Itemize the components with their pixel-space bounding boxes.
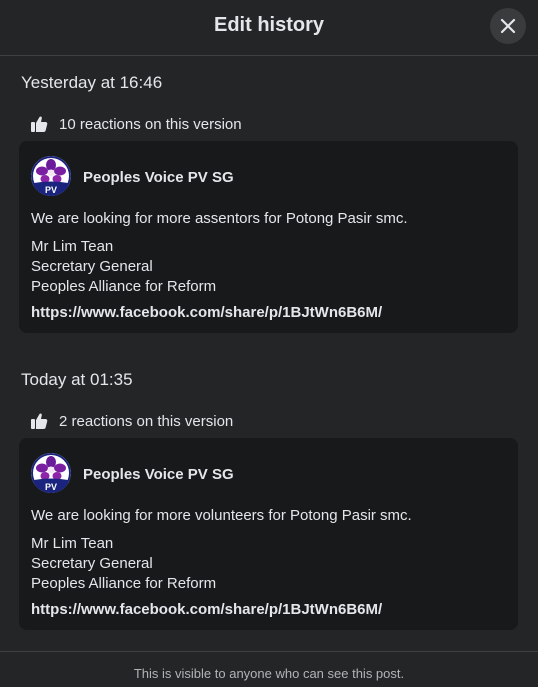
version-timestamp: Today at 01:35 [21,370,133,389]
page-name[interactable]: Peoples Voice PV SG [83,466,234,483]
post-text: We are looking for more volunteers for P… [31,507,412,524]
signature-line: Peoples Alliance for Reform [31,278,217,295]
post-signature: Mr Lim Tean Secretary General Peoples Al… [31,237,216,297]
thumbs-up-icon [31,116,48,132]
page-avatar[interactable]: PV [31,453,71,493]
thumbs-up-icon [31,413,48,429]
signature-line: Peoples Alliance for Reform [31,575,217,592]
dialog-header: Edit history [0,0,538,56]
post-text: We are looking for more assentors for Po… [31,210,408,227]
close-button[interactable] [490,8,526,44]
post-signature: Mr Lim Tean Secretary General Peoples Al… [31,534,216,594]
avatar-text: PV [45,482,57,492]
dialog-title: Edit history [213,14,324,36]
version-timestamp: Yesterday at 16:46 [21,73,163,92]
dialog-footer: This is visible to anyone who can see th… [0,651,538,687]
orchid-logo-icon: PV [31,156,71,196]
post-link[interactable]: https://www.facebook.com/share/p/1BJtWn6… [31,601,382,618]
signature-line: Mr Lim Tean [31,238,114,255]
post-link[interactable]: https://www.facebook.com/share/p/1BJtWn6… [31,304,382,321]
page-name[interactable]: Peoples Voice PV SG [83,169,234,186]
reactions-count-label: 2 reactions on this version [59,412,234,430]
close-icon [500,18,516,34]
avatar-text: PV [45,185,57,195]
post-card: PV Peoples Voice PV SG We are looking fo… [19,438,518,630]
signature-line: Secretary General [31,555,153,572]
visibility-note: This is visible to anyone who can see th… [133,666,405,681]
signature-line: Mr Lim Tean [31,535,114,552]
page-avatar[interactable]: PV [31,156,71,196]
post-card: PV Peoples Voice PV SG We are looking fo… [19,141,518,333]
signature-line: Secretary General [31,258,153,275]
reactions-count-label: 10 reactions on this version [59,115,242,133]
version-reactions: 10 reactions on this version [30,114,242,134]
orchid-logo-icon: PV [31,453,71,493]
version-reactions: 2 reactions on this version [30,411,233,431]
